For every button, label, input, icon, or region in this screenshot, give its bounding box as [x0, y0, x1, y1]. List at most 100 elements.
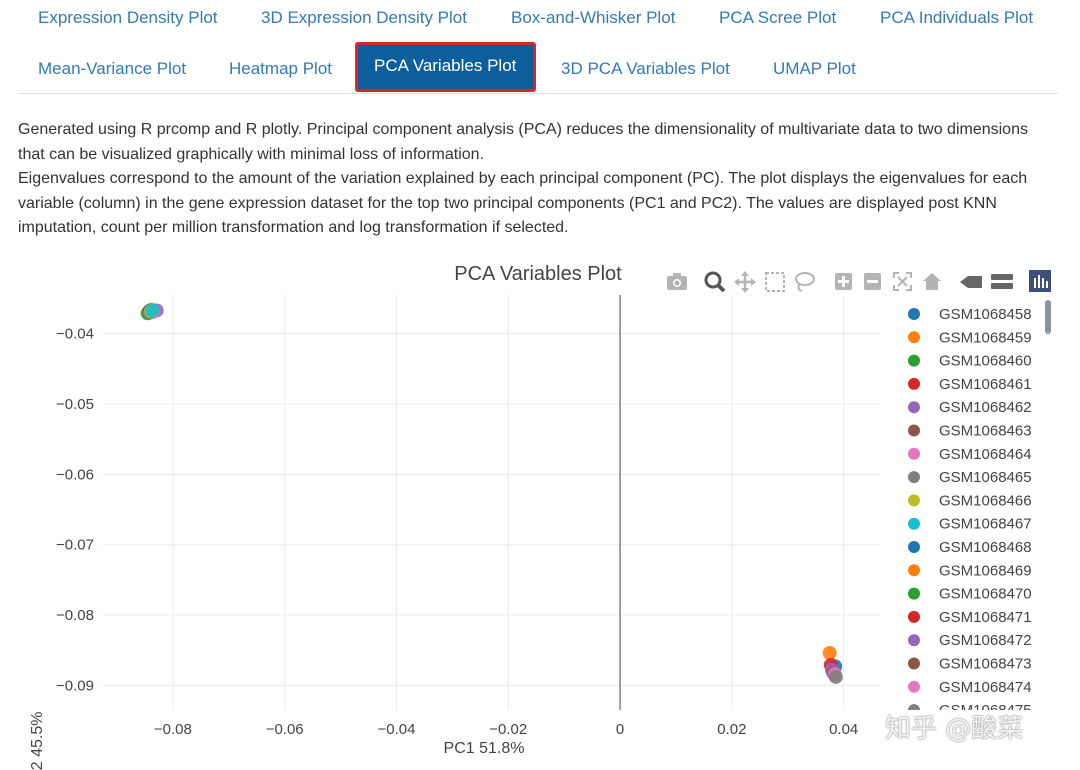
legend-marker: [908, 471, 920, 484]
hover-closest-icon[interactable]: [960, 276, 982, 288]
reset-axes-icon[interactable]: [923, 273, 941, 290]
legend-marker: [908, 447, 920, 460]
legend-label: GSM1068464: [939, 446, 1032, 463]
autoscale-icon[interactable]: [893, 272, 912, 291]
legend-label: GSM1068466: [939, 492, 1032, 509]
legend-item[interactable]: GSM1068468: [908, 539, 1032, 556]
legend-item[interactable]: GSM1068464: [908, 446, 1032, 463]
pca-variables-chart: −0.08 −0.06 −0.04 −0.02 0 0.02 0.04 −0.04 −0.05…: [29, 263, 1051, 770]
grid-lines: [103, 295, 880, 710]
legend-scrollbar[interactable]: [1045, 300, 1051, 334]
plotly-logo-icon[interactable]: [1029, 270, 1051, 292]
legend-marker: [908, 494, 920, 507]
x-tick-label: −0.08: [154, 721, 192, 738]
legend-marker: [908, 564, 920, 577]
plot-description: Generated using R prcomp and R plotly. P…: [18, 118, 1048, 241]
y-tick-label: −0.04: [56, 326, 94, 343]
tab-pca-variables[interactable]: PCA Variables Plot: [355, 42, 536, 92]
legend-item[interactable]: GSM1068462: [908, 399, 1032, 416]
legend-item[interactable]: GSM1068459: [908, 329, 1032, 346]
tab-3d-pca-variables[interactable]: 3D PCA Variables Plot: [561, 59, 730, 79]
legend-label: GSM1068470: [939, 586, 1032, 603]
box-select-icon[interactable]: [765, 272, 785, 292]
legend-marker: [908, 541, 920, 553]
tab-3d-expression-density[interactable]: 3D Expression Density Plot: [261, 8, 467, 28]
legend-label: GSM1068463: [939, 423, 1032, 440]
tab-heatmap[interactable]: Heatmap Plot: [229, 59, 332, 79]
legend-item[interactable]: GSM1068465: [908, 469, 1032, 486]
legend-item[interactable]: GSM1068474: [908, 679, 1032, 696]
legend-item[interactable]: GSM1068467: [908, 516, 1032, 533]
scatter-points[interactable]: [140, 302, 843, 684]
tab-pca-individuals[interactable]: PCA Individuals Plot: [880, 8, 1033, 28]
tabs-divider: [18, 93, 1058, 94]
legend-marker: [908, 331, 920, 344]
y-tick-label: −0.09: [56, 677, 94, 694]
legend-marker: [908, 377, 920, 390]
legend-marker: [908, 610, 920, 623]
hover-compare-icon[interactable]: [991, 274, 1013, 289]
tab-umap[interactable]: UMAP Plot: [773, 59, 856, 79]
legend-label: GSM1068468: [939, 539, 1032, 556]
x-tick-label: −0.02: [489, 721, 527, 738]
legend-item[interactable]: GSM1068461: [908, 376, 1032, 393]
description-line-2: Eigenvalues correspond to the amount of …: [18, 170, 1028, 236]
x-tick-label: −0.04: [377, 721, 415, 738]
legend-label: GSM1068469: [939, 562, 1032, 579]
legend-item[interactable]: GSM1068466: [908, 492, 1032, 509]
legend-marker: [908, 354, 920, 367]
x-tick-label: −0.06: [266, 721, 304, 738]
description-line-1: Generated using R prcomp and R plotly. P…: [18, 121, 1028, 163]
y-axis-ticks: −0.04 −0.05 −0.06 −0.07 −0.08 −0.09: [56, 326, 94, 695]
legend-label: GSM1068462: [939, 399, 1032, 416]
y-tick-label: −0.07: [56, 537, 94, 554]
legend-item[interactable]: GSM1068473: [908, 656, 1032, 673]
tab-box-whisker[interactable]: Box-and-Whisker Plot: [511, 8, 675, 28]
legend-label: GSM1068459: [939, 329, 1032, 346]
tab-mean-variance[interactable]: Mean-Variance Plot: [38, 59, 186, 79]
y-tick-label: −0.06: [56, 466, 94, 483]
zoom-icon[interactable]: [704, 271, 726, 293]
legend-item[interactable]: GSM1068469: [908, 562, 1032, 579]
legend-item[interactable]: GSM1068463: [908, 423, 1032, 440]
legend-item[interactable]: GSM1068470: [908, 586, 1032, 603]
legend-marker: [908, 308, 920, 320]
legend-label: GSM1068473: [939, 656, 1032, 673]
legend-item[interactable]: GSM1068472: [908, 632, 1032, 649]
lasso-icon[interactable]: [795, 272, 815, 292]
legend-label: GSM1068458: [939, 306, 1032, 323]
scatter-point[interactable]: [145, 303, 160, 318]
chart-legend: GSM1068458 GSM1068459 GSM1068460 GSM1068461…: [908, 306, 1032, 710]
legend-item[interactable]: GSM1068458: [908, 306, 1032, 323]
x-tick-label: 0.04: [829, 721, 858, 738]
tab-pca-scree[interactable]: PCA Scree Plot: [719, 8, 836, 28]
x-tick-label: 0: [616, 721, 624, 738]
modebar: [667, 270, 1051, 293]
tab-expression-density[interactable]: Expression Density Plot: [38, 8, 218, 28]
legend-label: GSM1068472: [939, 632, 1032, 649]
pan-icon[interactable]: [734, 271, 756, 293]
chart-title: PCA Variables Plot: [454, 263, 622, 285]
legend-marker: [908, 680, 920, 693]
watermark: 知乎 @酸菜: [885, 714, 1024, 744]
camera-icon[interactable]: [667, 273, 687, 290]
legend-label: GSM1068465: [939, 469, 1032, 486]
legend-item[interactable]: GSM1068471: [908, 609, 1032, 626]
x-axis-ticks: −0.08 −0.06 −0.04 −0.02 0 0.02 0.04: [154, 721, 858, 738]
legend-label: GSM1068474: [939, 679, 1032, 696]
legend-label: GSM1068460: [939, 353, 1032, 370]
y-tick-label: −0.05: [56, 396, 94, 413]
legend-label: GSM1068461: [939, 376, 1032, 393]
legend-marker: [908, 517, 920, 530]
y-axis-title: PC2 45.5%: [29, 712, 46, 770]
scatter-point[interactable]: [822, 646, 837, 661]
legend-item[interactable]: GSM1068460: [908, 353, 1032, 370]
legend-label: GSM1068467: [939, 516, 1032, 533]
legend-marker: [908, 587, 920, 600]
y-tick-label: −0.08: [56, 607, 94, 624]
zoom-in-icon[interactable]: [835, 273, 852, 290]
legend-marker: [908, 634, 920, 647]
legend-marker: [908, 401, 920, 414]
zoom-out-icon[interactable]: [864, 273, 881, 290]
scatter-point[interactable]: [828, 669, 843, 684]
